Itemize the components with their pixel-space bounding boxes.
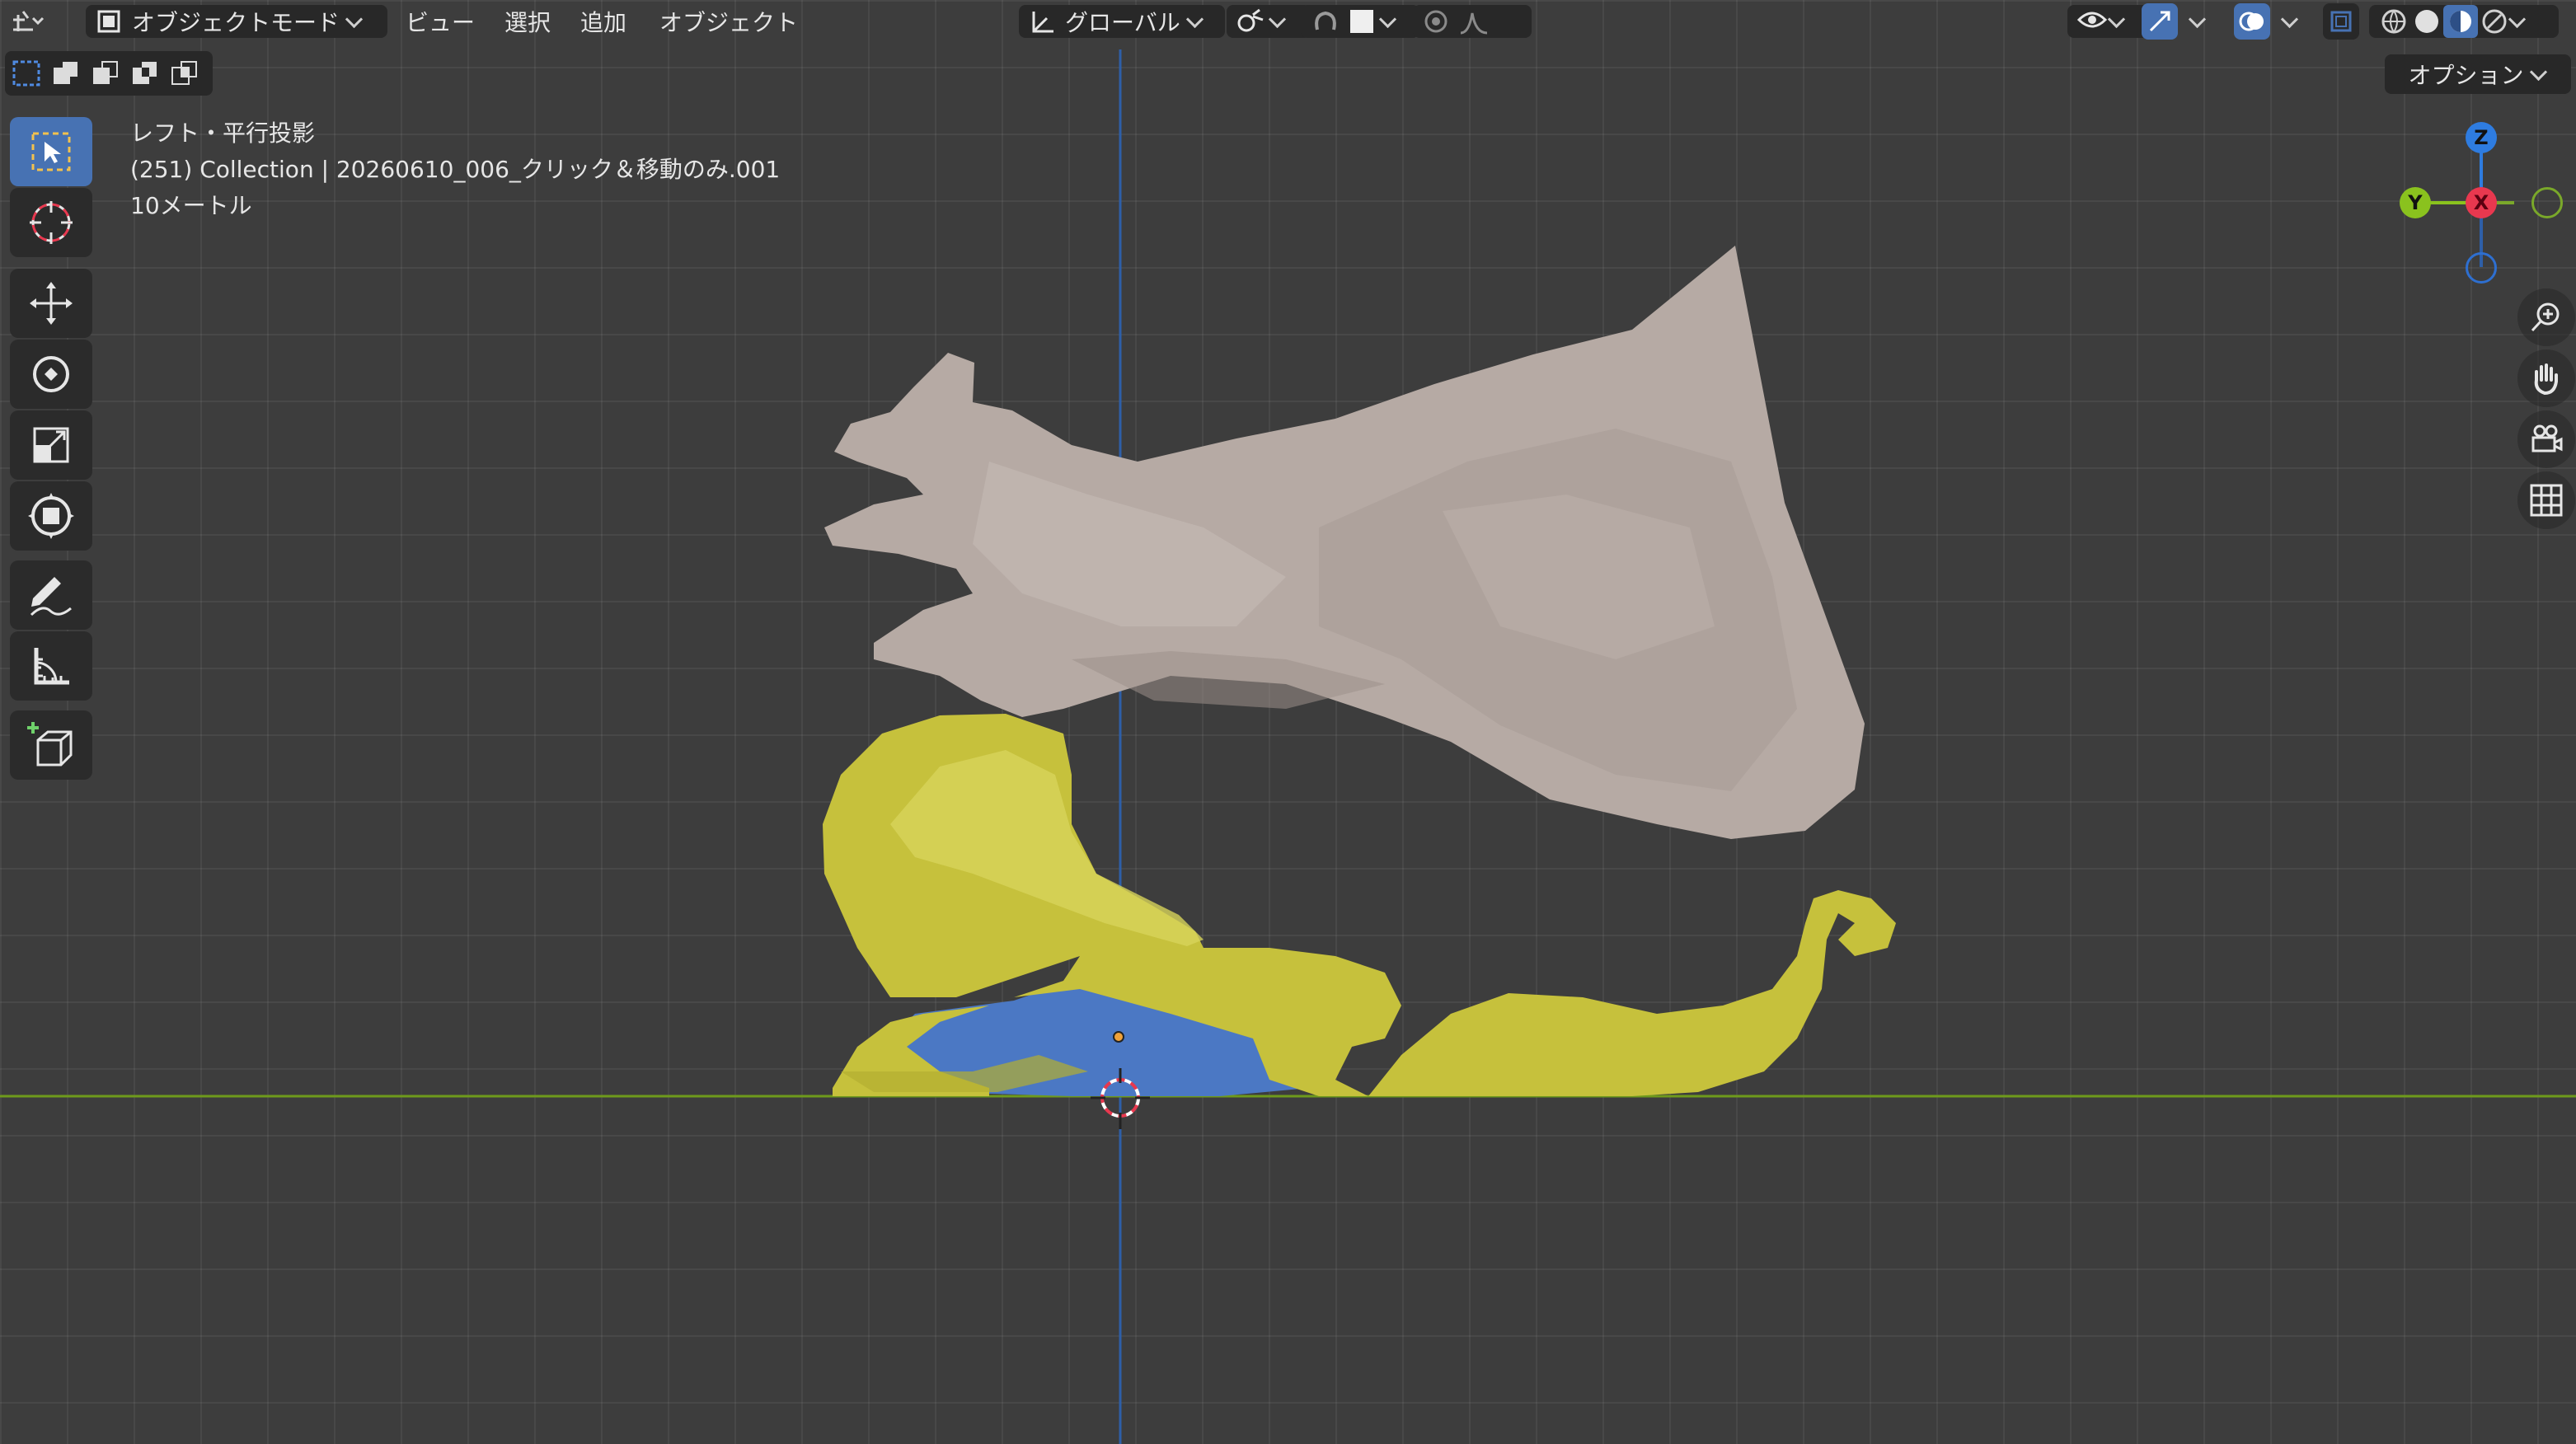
visibility-dropdown[interactable] xyxy=(2067,5,2151,38)
mode-dropdown[interactable]: オブジェクトモード xyxy=(86,5,387,38)
rotate-icon xyxy=(33,356,69,392)
gizmo-neg-z-axis[interactable] xyxy=(2466,252,2497,284)
wireframe-shading-icon xyxy=(2381,9,2406,34)
overlays-toggle-button[interactable] xyxy=(2234,3,2270,40)
move-tool[interactable] xyxy=(10,269,92,338)
gizmo-neg-y-axis[interactable] xyxy=(2531,187,2563,218)
xray-toggle-button[interactable] xyxy=(2323,3,2359,40)
menu-select[interactable]: 選択 xyxy=(504,5,551,38)
camera-icon xyxy=(2531,424,2563,452)
select-box-icon xyxy=(31,132,71,171)
gizmo-dropdown[interactable] xyxy=(2183,5,2207,38)
chevron-down-icon xyxy=(2529,63,2547,81)
pivot-point-dropdown[interactable] xyxy=(1227,5,1311,38)
measure-tool[interactable] xyxy=(10,631,92,701)
chevron-down-icon xyxy=(2280,10,2299,28)
object-mode-icon xyxy=(97,10,120,33)
pan-button[interactable] xyxy=(2517,349,2575,407)
axis-y-label: Y xyxy=(2408,191,2423,214)
xray-icon xyxy=(2330,11,2352,32)
orientation-axes-icon xyxy=(1032,12,1053,33)
viewport-header: オブジェクトモード ビュー 選択 追加 オブジェクト グローバル xyxy=(0,0,2576,43)
add-cube-icon xyxy=(27,722,73,767)
shading-mode-group[interactable] xyxy=(2369,5,2559,38)
rendered-shading-icon xyxy=(2482,9,2507,34)
select-intersect-icon[interactable] xyxy=(170,59,199,87)
menu-view[interactable]: ビュー xyxy=(406,5,475,38)
chevron-down-icon xyxy=(2508,10,2527,28)
proportional-edit-icon xyxy=(1424,10,1448,33)
falloff-curve-icon xyxy=(1460,12,1488,35)
ruler-icon xyxy=(34,648,69,685)
chevron-down-icon xyxy=(2188,10,2207,28)
overlays-icon xyxy=(2239,12,2264,31)
snapping-group[interactable] xyxy=(1301,5,1419,38)
material-shading-button[interactable] xyxy=(2443,5,2478,38)
chevron-down-icon xyxy=(2107,10,2126,28)
cursor-icon xyxy=(30,201,73,244)
pencil-icon xyxy=(30,577,72,617)
menu-object[interactable]: オブジェクト xyxy=(659,5,798,38)
editor-type-icon xyxy=(13,11,45,31)
select-new-icon[interactable] xyxy=(12,59,41,87)
hand-icon xyxy=(2534,363,2558,396)
select-extend-icon[interactable] xyxy=(51,59,81,87)
camera-view-button[interactable] xyxy=(2517,410,2575,468)
options-label: オプション xyxy=(2408,62,2524,89)
scale-icon xyxy=(33,427,69,463)
solid-shading-icon xyxy=(2415,10,2438,33)
select-box-tool[interactable] xyxy=(10,117,92,186)
transform-tool[interactable] xyxy=(10,481,92,551)
select-difference-icon[interactable] xyxy=(130,59,160,87)
collection-info-text: (251) Collection | 20260610_006_クリック＆移動の… xyxy=(130,156,781,183)
transform-orientation-dropdown[interactable]: グローバル xyxy=(1019,5,1225,38)
pivot-icon xyxy=(1237,8,1264,32)
snap-target-icon xyxy=(1350,10,1373,33)
snap-magnet-icon xyxy=(1315,11,1336,30)
orientation-label: グローバル xyxy=(1065,9,1180,36)
blender-window: オブジェクトモード ビュー 選択 追加 オブジェクト グローバル レフト・平行投… xyxy=(0,0,2576,1444)
cursor-tool[interactable] xyxy=(10,188,92,257)
transform-icon xyxy=(28,493,74,539)
axis-x-label: X xyxy=(2473,191,2489,214)
scene-render xyxy=(0,49,2576,1444)
grid-scale-text: 10メートル xyxy=(130,192,252,219)
chevron-down-icon xyxy=(345,10,364,28)
origin-dot xyxy=(1113,1031,1124,1043)
zoom-button[interactable] xyxy=(2517,288,2575,346)
move-arrows-icon xyxy=(30,282,73,325)
grid-icon xyxy=(2530,484,2563,517)
perspective-toggle-button[interactable] xyxy=(2517,471,2575,529)
gizmo-x-axis[interactable]: X xyxy=(2466,187,2497,218)
gizmo-z-axis[interactable]: Z xyxy=(2466,122,2497,153)
editor-type-button[interactable] xyxy=(8,5,45,38)
rotate-tool[interactable] xyxy=(10,340,92,409)
gizmo-icon xyxy=(2149,11,2170,32)
gizmo-y-axis[interactable]: Y xyxy=(2400,187,2431,218)
gizmo-toggle-button[interactable] xyxy=(2142,3,2178,40)
navigation-gizmo[interactable]: Z Y X xyxy=(2391,115,2572,297)
select-subtract-icon[interactable] xyxy=(91,59,120,87)
proportional-editing-group[interactable] xyxy=(1413,5,1532,38)
eye-icon xyxy=(2076,12,2108,28)
chevron-down-icon xyxy=(1378,10,1397,28)
chevron-down-icon xyxy=(1185,10,1204,28)
add-cube-tool[interactable] xyxy=(10,710,92,780)
3d-viewport[interactable]: オブジェクトモード ビュー 選択 追加 オブジェクト グローバル レフト・平行投… xyxy=(0,0,2576,1444)
mode-label: オブジェクトモード xyxy=(132,9,340,36)
zoom-icon xyxy=(2531,302,2560,332)
annotate-tool[interactable] xyxy=(10,560,92,630)
view-name-text: レフト・平行投影 xyxy=(130,120,316,147)
scale-tool[interactable] xyxy=(10,410,92,480)
overlays-dropdown[interactable] xyxy=(2275,5,2299,38)
menu-add[interactable]: 追加 xyxy=(580,5,626,38)
material-shading-icon xyxy=(2450,11,2471,32)
chevron-down-icon xyxy=(1268,10,1287,28)
axis-z-label: Z xyxy=(2474,126,2489,149)
selection-mode-group xyxy=(5,51,213,96)
options-dropdown[interactable]: オプション xyxy=(2385,54,2571,94)
